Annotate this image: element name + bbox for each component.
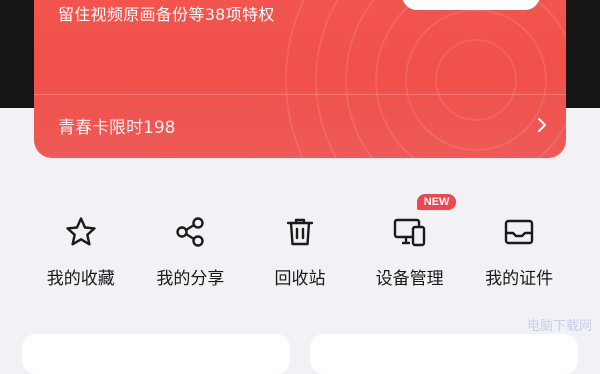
vip-privileges-text: 留住视频原画备份等38项特权 bbox=[58, 5, 275, 24]
shortcut-label: 回收站 bbox=[274, 269, 326, 289]
shortcut-my-ids[interactable]: 我的证件 bbox=[464, 192, 574, 292]
shortcut-label: 设备管理 bbox=[375, 269, 444, 289]
shortcut-label: 我的收藏 bbox=[46, 269, 115, 289]
new-badge: NEW bbox=[416, 194, 457, 210]
vip-offer-text: 青春卡限时198 bbox=[58, 117, 176, 138]
shortcut-shares[interactable]: 我的分享 bbox=[136, 192, 246, 292]
devices-icon bbox=[390, 212, 430, 252]
shortcut-label: 我的分享 bbox=[156, 269, 225, 289]
vip-action-button[interactable] bbox=[402, 0, 540, 10]
star-icon bbox=[61, 212, 101, 252]
bottom-card-left[interactable] bbox=[22, 334, 290, 374]
trash-icon bbox=[280, 212, 320, 252]
shortcut-grid: 我的收藏 我的分享 回收站 NEW 设备管理 我的证件 bbox=[26, 192, 574, 292]
id-card-icon bbox=[499, 212, 539, 252]
shortcut-recycle-bin[interactable]: 回收站 bbox=[245, 192, 355, 292]
vip-card-divider bbox=[34, 94, 566, 95]
watermark-text: 电脑下载网 bbox=[526, 319, 592, 334]
shortcut-device-management[interactable]: NEW 设备管理 bbox=[355, 192, 465, 292]
bottom-card-right[interactable] bbox=[310, 334, 578, 374]
shortcut-favorites[interactable]: 我的收藏 bbox=[26, 192, 136, 292]
vip-card[interactable]: 留住视频原画备份等38项特权 青春卡限时198 bbox=[34, 0, 566, 158]
vip-offer-row[interactable]: 青春卡限时198 bbox=[58, 110, 548, 140]
share-icon bbox=[170, 212, 210, 252]
shortcut-label: 我的证件 bbox=[485, 269, 554, 289]
chevron-right-icon bbox=[536, 117, 548, 133]
